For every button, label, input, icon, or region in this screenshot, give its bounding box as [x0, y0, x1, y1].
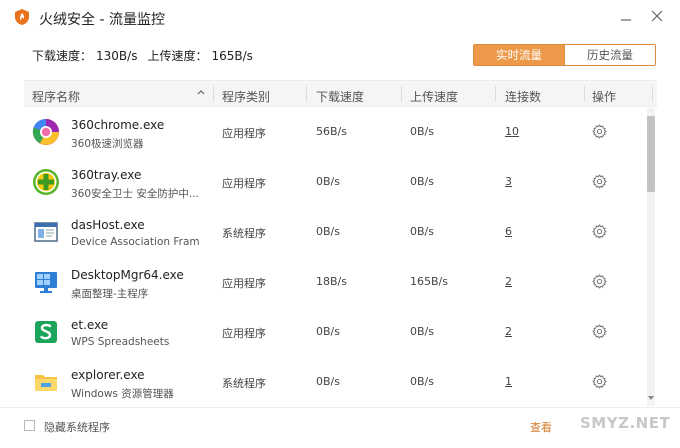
title-bar: 火绒安全 - 流量监控	[0, 0, 680, 34]
window-app-icon	[34, 222, 58, 242]
upload-speed: 0B/s	[410, 375, 434, 388]
process-description: 桌面整理-主程序	[71, 288, 149, 300]
process-list: 360chrome.exe 360极速浏览器 应用程序 56B/s 0B/s 1…	[24, 108, 657, 406]
process-type: 应用程序	[222, 177, 266, 190]
upload-speed: 0B/s	[410, 175, 434, 188]
connection-count-link[interactable]: 1	[505, 375, 512, 388]
connection-count-link[interactable]: 6	[505, 225, 512, 238]
connection-count-link[interactable]: 2	[505, 275, 512, 288]
process-description: 360安全卫士 安全防护中...	[71, 188, 199, 200]
column-header-type[interactable]: 程序类别	[222, 88, 270, 105]
download-speed: 0B/s	[316, 325, 340, 338]
process-name: dasHost.exe	[71, 218, 145, 232]
process-name: 360chrome.exe	[71, 118, 165, 132]
gear-icon[interactable]	[592, 174, 607, 189]
process-type: 系统程序	[222, 227, 266, 240]
tab-realtime[interactable]: 实时流量	[474, 45, 564, 65]
process-description: WPS Spreadsheets	[71, 336, 170, 348]
table-row[interactable]: et.exe WPS Spreadsheets 应用程序 0B/s 0B/s 2	[24, 308, 644, 358]
folder-icon	[35, 375, 57, 391]
window-title: 火绒安全 - 流量监控	[39, 12, 165, 28]
chrome-icon	[32, 118, 59, 145]
column-header-action: 操作	[592, 90, 617, 104]
gear-icon[interactable]	[592, 274, 607, 289]
table-row[interactable]: 360tray.exe 360安全卫士 安全防护中... 应用程序 0B/s 0…	[24, 158, 644, 208]
360-icon	[33, 169, 59, 195]
process-type: 应用程序	[222, 327, 266, 340]
column-divider	[652, 86, 653, 102]
column-divider	[213, 86, 214, 102]
footer-view-link[interactable]: 查看	[530, 419, 552, 435]
scroll-down-icon[interactable]	[647, 394, 655, 402]
process-description: Device Association Fram...	[71, 236, 199, 248]
traffic-tabs: 实时流量 历史流量	[473, 44, 656, 66]
download-speed: 0B/s	[316, 225, 340, 238]
footer-divider	[0, 407, 680, 408]
speed-summary: 下载速度： 130B/s 上传速度： 165B/s	[32, 47, 257, 64]
upload-speed: 0B/s	[410, 225, 434, 238]
column-header-download[interactable]: 下载速度	[316, 88, 364, 105]
process-name: 360tray.exe	[71, 168, 142, 182]
monitor-icon	[35, 272, 57, 293]
column-divider	[495, 86, 496, 102]
watermark: SMYZ.NET	[580, 414, 671, 432]
hide-system-label[interactable]: 隐藏系统程序	[44, 419, 110, 435]
vertical-scrollbar[interactable]	[645, 108, 657, 406]
gear-icon[interactable]	[592, 124, 607, 139]
gear-icon[interactable]	[592, 224, 607, 239]
wps-spreadsheet-icon	[35, 321, 57, 343]
upload-speed-value: 165B/s	[211, 49, 253, 63]
process-name: et.exe	[71, 318, 109, 332]
download-speed: 56B/s	[316, 125, 347, 138]
connection-count-link[interactable]: 3	[505, 175, 512, 188]
process-name: explorer.exe	[71, 368, 145, 382]
table-row[interactable]: DesktopMgr64.exe 桌面整理-主程序 应用程序 18B/s 165…	[24, 258, 644, 308]
close-icon[interactable]	[649, 8, 665, 24]
connection-count-link[interactable]: 10	[505, 125, 519, 138]
upload-speed-label: 上传速度：	[147, 49, 208, 63]
process-type: 系统程序	[222, 377, 266, 390]
minimize-icon[interactable]	[618, 8, 634, 24]
connection-count-link[interactable]: 2	[505, 325, 512, 338]
upload-speed: 0B/s	[410, 125, 434, 138]
sort-ascending-icon[interactable]	[196, 87, 206, 97]
process-description: Windows 资源管理器	[71, 388, 174, 400]
process-name: DesktopMgr64.exe	[71, 268, 184, 282]
process-description: 360极速浏览器	[71, 138, 144, 150]
scrollbar-thumb[interactable]	[647, 116, 655, 192]
column-header-connections[interactable]: 连接数	[505, 88, 541, 105]
table-header: 程序名称 程序类别 下载速度 上传速度 连接数 操作	[24, 80, 657, 107]
download-speed-value: 130B/s	[96, 49, 138, 63]
download-speed: 0B/s	[316, 175, 340, 188]
download-speed: 18B/s	[316, 275, 347, 288]
column-divider	[401, 86, 402, 102]
table-row[interactable]: 360chrome.exe 360极速浏览器 应用程序 56B/s 0B/s 1…	[24, 108, 644, 158]
gear-icon[interactable]	[592, 374, 607, 389]
process-type: 应用程序	[222, 277, 266, 290]
column-header-name[interactable]: 程序名称	[32, 88, 80, 105]
huorong-logo-icon	[15, 9, 29, 25]
download-speed-label: 下载速度：	[32, 49, 93, 63]
column-divider	[306, 86, 307, 102]
tab-history[interactable]: 历史流量	[564, 45, 655, 65]
gear-icon[interactable]	[592, 324, 607, 339]
upload-speed: 165B/s	[410, 275, 448, 288]
column-header-upload[interactable]: 上传速度	[410, 88, 458, 105]
hide-system-checkbox[interactable]	[24, 420, 35, 431]
download-speed: 0B/s	[316, 375, 340, 388]
table-row[interactable]: explorer.exe Windows 资源管理器 系统程序 0B/s 0B/…	[24, 358, 644, 406]
table-row[interactable]: dasHost.exe Device Association Fram... 系…	[24, 208, 644, 258]
upload-speed: 0B/s	[410, 325, 434, 338]
column-divider	[584, 86, 585, 102]
process-type: 应用程序	[222, 127, 266, 140]
